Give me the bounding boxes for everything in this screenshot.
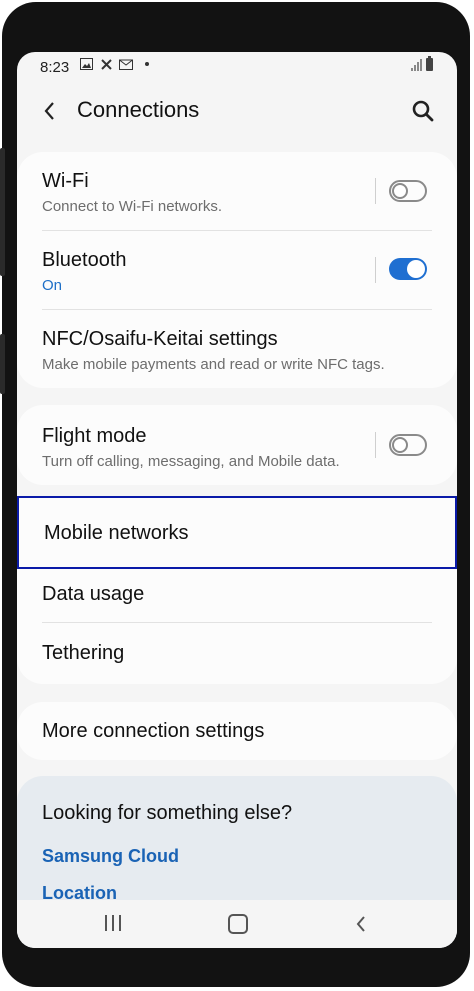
flight-mode-toggle[interactable]: [389, 434, 427, 456]
connections-card-1: Wi-Fi Connect to Wi-Fi networks. Bluetoo…: [17, 152, 457, 388]
bluetooth-row[interactable]: Bluetooth On: [17, 231, 457, 309]
samsung-cloud-link[interactable]: Samsung Cloud: [42, 846, 179, 867]
search-icon[interactable]: [411, 99, 435, 123]
data-usage-row[interactable]: Data usage: [17, 570, 457, 622]
more-notifications-dot: [145, 62, 149, 66]
bluetooth-toggle[interactable]: [389, 258, 427, 280]
bluetooth-status: On: [42, 277, 63, 294]
tethering-row[interactable]: Tethering: [17, 623, 457, 681]
flight-mode-subtitle: Turn off calling, messaging, and Mobile …: [42, 453, 340, 470]
more-connection-settings-row[interactable]: More connection settings: [17, 702, 457, 760]
notification-icons: [79, 57, 149, 71]
wifi-toggle[interactable]: [389, 180, 427, 202]
wifi-row[interactable]: Wi-Fi Connect to Wi-Fi networks.: [17, 152, 457, 230]
navigation-bar: [17, 900, 457, 948]
tools-icon: [99, 57, 113, 71]
image-icon: [79, 57, 93, 71]
more-connection-settings-title: More connection settings: [42, 720, 265, 742]
mobile-networks-row[interactable]: Mobile networks: [17, 496, 457, 569]
status-time: 8:23: [40, 59, 70, 76]
nfc-subtitle: Make mobile payments and read or write N…: [42, 356, 385, 373]
back-icon[interactable]: [355, 914, 367, 934]
recents-icon[interactable]: [105, 915, 121, 931]
message-icon: [119, 57, 133, 71]
wifi-subtitle: Connect to Wi-Fi networks.: [42, 198, 223, 215]
wifi-title: Wi-Fi: [42, 170, 89, 192]
nfc-title: NFC/Osaifu-Keitai settings: [42, 328, 278, 350]
data-usage-title: Data usage: [42, 583, 145, 605]
bluetooth-title: Bluetooth: [42, 249, 127, 271]
separator: [375, 257, 376, 283]
back-arrow-icon[interactable]: [39, 98, 61, 124]
flight-mode-row[interactable]: Flight mode Turn off calling, messaging,…: [17, 405, 457, 485]
separator: [375, 178, 376, 204]
signal-icon: [411, 59, 422, 71]
power-button: [0, 334, 5, 394]
home-icon[interactable]: [228, 914, 248, 934]
status-bar: 8:23: [17, 52, 457, 82]
header: Connections: [17, 84, 457, 140]
volume-button: [0, 148, 5, 276]
screen: 8:23 Connections Wi-Fi Connect to Wi-Fi …: [17, 52, 457, 948]
battery-icon: [426, 56, 433, 71]
flight-mode-title: Flight mode: [42, 425, 147, 447]
separator: [375, 432, 376, 458]
tethering-title: Tethering: [42, 642, 125, 664]
status-right: [411, 56, 433, 71]
nfc-row[interactable]: NFC/Osaifu-Keitai settings Make mobile p…: [17, 310, 457, 388]
page-title: Connections: [77, 97, 200, 122]
suggestions-title: Looking for something else?: [42, 802, 293, 824]
mobile-networks-title: Mobile networks: [44, 522, 189, 544]
connections-card-2: Flight mode Turn off calling, messaging,…: [17, 405, 457, 485]
connections-card-4: More connection settings: [17, 702, 457, 760]
